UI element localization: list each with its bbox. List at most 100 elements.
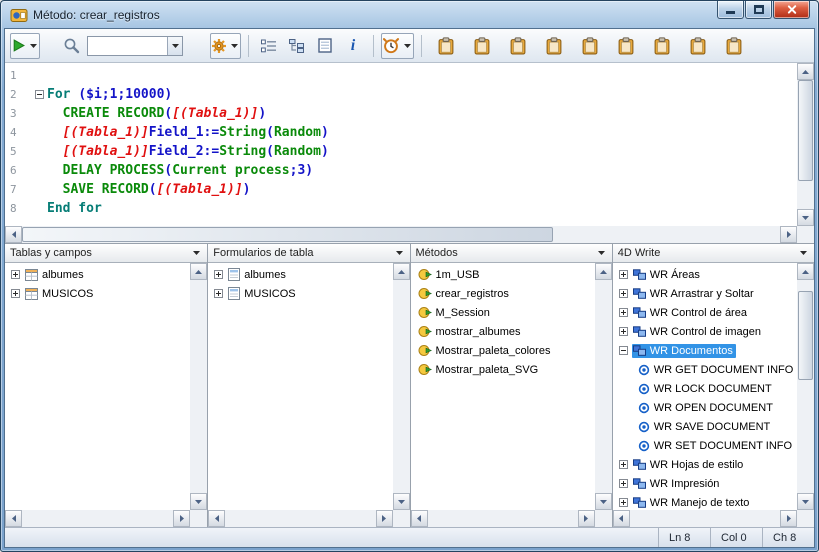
collapse-minus-icon[interactable] xyxy=(619,346,628,355)
list-item[interactable]: WR Arrastrar y Soltar xyxy=(613,284,797,303)
run-button[interactable] xyxy=(10,33,40,59)
scroll-up-icon[interactable] xyxy=(190,263,207,280)
list-item[interactable]: Mostrar_paleta_SVG xyxy=(411,360,595,379)
list-item[interactable]: WR Control de área xyxy=(613,303,797,322)
scroll-left-icon[interactable] xyxy=(5,226,22,243)
vertical-scrollbar[interactable] xyxy=(393,263,410,510)
line-number[interactable]: 7 xyxy=(5,180,31,199)
line-number[interactable]: 3 xyxy=(5,104,31,123)
macros-button[interactable] xyxy=(210,33,241,59)
scroll-track[interactable] xyxy=(630,510,780,527)
clipboard-2[interactable] xyxy=(469,33,495,59)
tree-view-button[interactable] xyxy=(284,33,310,59)
scroll-left-icon[interactable] xyxy=(613,510,630,527)
scroll-down-icon[interactable] xyxy=(595,493,612,510)
clipboard-7[interactable] xyxy=(649,33,675,59)
line-number[interactable]: 8 xyxy=(5,199,31,218)
scroll-track[interactable] xyxy=(393,280,410,493)
list-item[interactable]: mostrar_albumes xyxy=(411,322,595,341)
fold-collapse-icon[interactable] xyxy=(31,90,47,99)
list-item[interactable]: 1m_USB xyxy=(411,265,595,284)
list-item[interactable]: WR LOCK DOCUMENT xyxy=(613,379,797,398)
list-item[interactable]: WR SAVE DOCUMENT xyxy=(613,417,797,436)
expand-plus-icon[interactable] xyxy=(619,289,628,298)
search-combo[interactable] xyxy=(87,36,183,56)
code-line[interactable] xyxy=(31,66,797,85)
last-values-button[interactable] xyxy=(381,33,414,59)
list-item[interactable]: WR Impresión xyxy=(613,474,797,493)
chevron-down-icon[interactable] xyxy=(394,251,405,255)
expand-plus-icon[interactable] xyxy=(619,460,628,469)
search-combo-input[interactable] xyxy=(88,37,167,55)
expand-plus-icon[interactable] xyxy=(619,308,628,317)
horizontal-scrollbar[interactable] xyxy=(208,510,392,527)
pane-tables-and-fields-header[interactable]: Tablas y campos xyxy=(5,244,207,263)
list-item[interactable]: M_Session xyxy=(411,303,595,322)
scroll-left-icon[interactable] xyxy=(5,510,22,527)
list-item[interactable]: albumes xyxy=(208,265,392,284)
scroll-thumb[interactable] xyxy=(798,80,813,181)
scroll-right-icon[interactable] xyxy=(578,510,595,527)
pane-4d-write-header[interactable]: 4D Write xyxy=(613,244,814,263)
expand-plus-icon[interactable] xyxy=(619,270,628,279)
code-line[interactable]: For ($i;1;10000) xyxy=(31,85,797,104)
expand-plus-icon[interactable] xyxy=(214,270,223,279)
scroll-track[interactable] xyxy=(797,80,814,209)
scroll-up-icon[interactable] xyxy=(797,263,814,280)
expand-plus-icon[interactable] xyxy=(214,289,223,298)
scroll-right-icon[interactable] xyxy=(376,510,393,527)
vertical-scrollbar[interactable] xyxy=(595,263,612,510)
macros-button-dropdown[interactable] xyxy=(229,34,240,58)
scroll-right-icon[interactable] xyxy=(780,510,797,527)
maximize-button[interactable] xyxy=(745,1,772,19)
last-values-button-dropdown[interactable] xyxy=(402,34,413,58)
code-line[interactable]: [(Tabla_1)]Field_2:=String(Random) xyxy=(31,142,797,161)
scroll-up-icon[interactable] xyxy=(595,263,612,280)
list-item[interactable]: WR SET DOCUMENT INFO xyxy=(613,436,797,455)
minimize-button[interactable] xyxy=(717,1,744,19)
clipboard-4[interactable] xyxy=(541,33,567,59)
vertical-scrollbar[interactable] xyxy=(190,263,207,510)
code-line[interactable]: SAVE RECORD([(Tabla_1)]) xyxy=(31,180,797,199)
clipboard-3[interactable] xyxy=(505,33,531,59)
search-button[interactable] xyxy=(58,33,84,59)
scroll-track[interactable] xyxy=(22,226,780,243)
horizontal-scrollbar[interactable] xyxy=(411,510,595,527)
line-number[interactable]: 1 xyxy=(5,66,31,85)
scroll-thumb[interactable] xyxy=(798,291,813,380)
expand-plus-icon[interactable] xyxy=(619,327,628,336)
preview-button[interactable] xyxy=(312,33,338,59)
close-button[interactable] xyxy=(773,1,810,19)
list-item[interactable]: crear_registros xyxy=(411,284,595,303)
scroll-right-icon[interactable] xyxy=(780,226,797,243)
list-item[interactable]: MUSICOS xyxy=(208,284,392,303)
scroll-track[interactable] xyxy=(225,510,375,527)
scroll-track[interactable] xyxy=(190,280,207,493)
chevron-down-icon[interactable] xyxy=(798,251,809,255)
clipboard-9[interactable] xyxy=(721,33,747,59)
list-item[interactable]: WR Hojas de estilo xyxy=(613,455,797,474)
expand-plus-icon[interactable] xyxy=(619,498,628,507)
scroll-down-icon[interactable] xyxy=(797,493,814,510)
scroll-down-icon[interactable] xyxy=(797,209,814,226)
code-line[interactable]: CREATE RECORD([(Tabla_1)]) xyxy=(31,104,797,123)
clipboard-5[interactable] xyxy=(577,33,603,59)
code-line[interactable]: [(Tabla_1)]Field_1:=String(Random) xyxy=(31,123,797,142)
pane-table-forms-header[interactable]: Formularios de tabla xyxy=(208,244,409,263)
horizontal-scrollbar[interactable] xyxy=(5,510,190,527)
code-line[interactable]: DELAY PROCESS(Current process;3) xyxy=(31,161,797,180)
title-bar[interactable]: Método: crear_registros xyxy=(4,1,815,28)
clipboard-8[interactable] xyxy=(685,33,711,59)
vertical-scrollbar[interactable] xyxy=(797,63,814,226)
scroll-left-icon[interactable] xyxy=(411,510,428,527)
run-button-dropdown[interactable] xyxy=(28,34,39,58)
line-number[interactable]: 6 xyxy=(5,161,31,180)
code-area[interactable]: 12345678 For ($i;1;10000)CREATE RECORD([… xyxy=(5,63,797,226)
scroll-right-icon[interactable] xyxy=(173,510,190,527)
list-item[interactable]: WR Control de imagen xyxy=(613,322,797,341)
chevron-down-icon[interactable] xyxy=(191,251,202,255)
code-line[interactable]: End for xyxy=(31,199,797,218)
horizontal-scrollbar[interactable] xyxy=(5,226,797,243)
list-item[interactable]: MUSICOS xyxy=(5,284,190,303)
line-number[interactable]: 2 xyxy=(5,85,31,104)
